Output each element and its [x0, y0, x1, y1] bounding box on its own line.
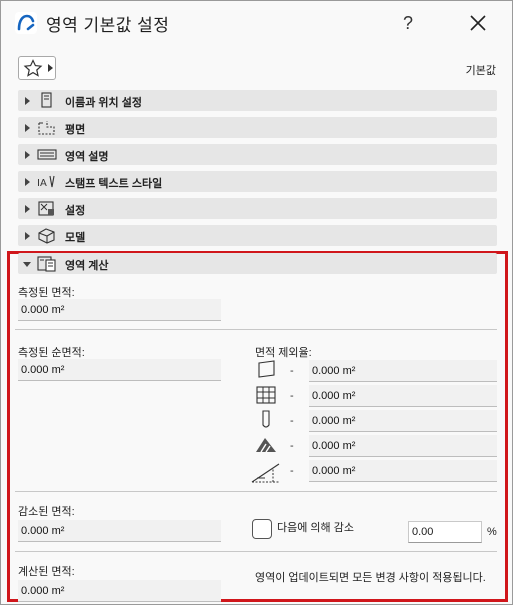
- favorites-button[interactable]: [18, 56, 56, 80]
- expand-arrow-icon: [25, 124, 30, 132]
- divider: [15, 551, 497, 552]
- update-note: 영역이 업데이트되면 모든 변경 사항이 적용됩니다.: [255, 572, 486, 584]
- panel-stamp-text-style[interactable]: IA 스탬프 텍스트 스타일: [18, 171, 497, 192]
- panel-description[interactable]: 영역 설명: [18, 144, 497, 165]
- deduction-value: 0.000 m²: [309, 460, 497, 482]
- measured-area-value: 0.000 m²: [18, 299, 221, 321]
- app-logo-icon: [15, 12, 37, 34]
- chevron-right-icon: [48, 64, 53, 72]
- panel-zone-calculation[interactable]: 영역 계산: [18, 253, 497, 274]
- pillar-icon: [262, 410, 270, 428]
- model-icon: [38, 228, 55, 244]
- expand-arrow-icon: [25, 97, 30, 105]
- description-icon: [37, 149, 57, 160]
- dash: -: [290, 465, 294, 477]
- reduce-percent-input[interactable]: 0.00: [408, 521, 482, 543]
- panel-label: 모델: [65, 232, 86, 244]
- star-icon: [23, 59, 43, 77]
- measured-area-label: 측정된 면적:: [18, 287, 75, 299]
- expand-arrow-icon: [25, 205, 30, 213]
- net-area-value: 0.000 m²: [18, 359, 221, 381]
- deduction-value: 0.000 m²: [309, 360, 497, 382]
- calculated-area-value: 0.000 m²: [18, 580, 221, 602]
- deduction-value: 0.000 m²: [309, 435, 497, 457]
- panel-label: 설정: [65, 205, 86, 217]
- dash: -: [290, 440, 294, 452]
- panel-label: 스탬프 텍스트 스타일: [65, 178, 163, 190]
- low-height-icon: [251, 463, 280, 483]
- panel-label: 평면: [65, 124, 86, 136]
- expand-arrow-icon: [25, 178, 30, 186]
- panel-label: 이름과 위치 설정: [65, 97, 142, 109]
- dash: -: [290, 390, 294, 402]
- name-location-icon: [41, 92, 52, 108]
- percent-sign: %: [487, 526, 497, 538]
- close-icon[interactable]: [461, 9, 495, 37]
- divider: [15, 491, 497, 492]
- wall-icon: [258, 360, 275, 378]
- deduction-value: 0.000 m²: [309, 385, 497, 407]
- title-bar: 영역 기본값 설정 ?: [1, 1, 512, 45]
- divider: [15, 329, 497, 330]
- slanted-area-icon: [256, 438, 276, 453]
- default-label: 기본값: [465, 65, 496, 77]
- panel-floor-plan[interactable]: 평면: [18, 117, 497, 138]
- svg-text:IA: IA: [37, 178, 47, 189]
- zone-default-settings-dialog: 영역 기본값 설정 ? 기본값 이름과 위치 설정 평면 영역 설명 IA 스탬…: [0, 0, 513, 605]
- floor-plan-icon: [38, 121, 55, 135]
- reduce-by-label: 다음에 의해 감소: [277, 522, 354, 534]
- expand-arrow-icon: [25, 151, 30, 159]
- deduction-value: 0.000 m²: [309, 410, 497, 432]
- dash: -: [290, 415, 294, 427]
- reduced-area-value: 0.000 m²: [18, 520, 221, 542]
- dash: -: [290, 365, 294, 377]
- panel-settings[interactable]: 설정: [18, 198, 497, 219]
- deductions-label: 면적 제외율:: [255, 347, 312, 359]
- settings-icon: [38, 201, 54, 216]
- panel-label: 영역 설명: [65, 151, 109, 163]
- help-button[interactable]: ?: [393, 9, 423, 37]
- panel-model[interactable]: 모델: [18, 225, 497, 246]
- calculated-area-label: 계산된 면적:: [18, 566, 75, 578]
- stamp-text-icon: IA: [37, 175, 55, 189]
- dialog-title: 영역 기본값 설정: [46, 16, 170, 35]
- collapse-arrow-icon: [23, 262, 31, 267]
- panel-label: 영역 계산: [65, 260, 109, 272]
- zone-calc-icon: [37, 256, 56, 272]
- column-grid-icon: [256, 386, 276, 404]
- reduced-area-label: 감소된 면적:: [18, 506, 75, 518]
- panel-name-location[interactable]: 이름과 위치 설정: [18, 90, 497, 111]
- reduce-by-checkbox[interactable]: [252, 519, 272, 539]
- expand-arrow-icon: [25, 232, 30, 240]
- net-area-label: 측정된 순면적:: [18, 347, 85, 359]
